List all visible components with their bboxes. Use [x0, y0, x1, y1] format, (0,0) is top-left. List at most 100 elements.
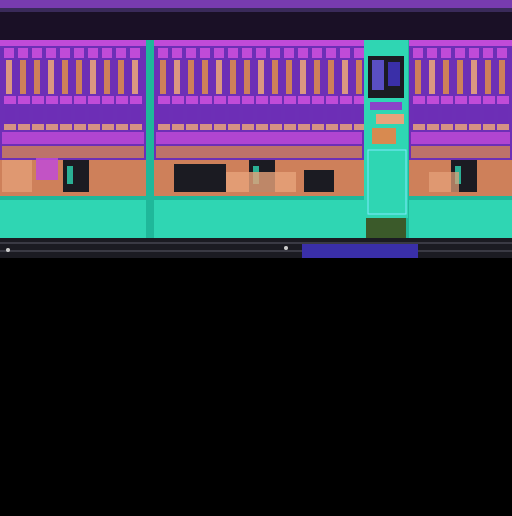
region-wire-orange	[411, 146, 510, 158]
cell-column	[62, 60, 68, 94]
cell-strap	[46, 124, 58, 130]
cell-mid	[74, 96, 86, 104]
cell-strap	[298, 124, 310, 130]
region-dark-cell-mark	[67, 166, 73, 184]
cell-strap	[130, 124, 142, 130]
cell-cap	[469, 48, 479, 58]
cell-strap	[242, 124, 254, 130]
region-block-d	[304, 170, 334, 192]
cell-column	[286, 60, 292, 94]
cell-column	[118, 60, 124, 94]
cell-lower	[89, 106, 99, 124]
cell-cap	[102, 48, 112, 58]
cell-column	[415, 60, 421, 94]
center-column-bar-b	[376, 114, 404, 124]
cell-cap	[46, 48, 56, 58]
cell-lower	[299, 106, 309, 124]
region-block-f	[429, 172, 459, 192]
region-wire-orange	[2, 146, 144, 158]
cell-column	[485, 60, 491, 94]
cell-column	[6, 60, 12, 94]
cell-strap	[32, 124, 44, 130]
cell-column	[342, 60, 348, 94]
cell-lower	[33, 106, 43, 124]
teal-band	[0, 196, 512, 238]
cell-lower	[257, 106, 267, 124]
cell-mid	[46, 96, 58, 104]
cell-column	[174, 60, 180, 94]
cell-cap	[483, 48, 493, 58]
cell-strap	[455, 124, 467, 130]
cell-cap	[200, 48, 210, 58]
cell-column	[457, 60, 463, 94]
cell-mid	[102, 96, 114, 104]
cell-strap	[326, 124, 338, 130]
cell-column	[356, 60, 362, 94]
cell-strap	[214, 124, 226, 130]
cell-cap	[270, 48, 280, 58]
cell-cap	[214, 48, 224, 58]
cell-column	[244, 60, 250, 94]
cell-lower	[271, 106, 281, 124]
cell-mid	[298, 96, 310, 104]
cell-strap	[200, 124, 212, 130]
region-wire	[2, 132, 144, 144]
cell-column	[499, 60, 505, 94]
cell-column	[443, 60, 449, 94]
region-block-e	[226, 172, 296, 192]
cell-mid	[228, 96, 240, 104]
cell-column	[34, 60, 40, 94]
cell-strap	[102, 124, 114, 130]
region-block-c	[174, 164, 226, 192]
cell-column	[272, 60, 278, 94]
cell-lower	[61, 106, 71, 124]
divider-left	[146, 40, 154, 238]
cell-lower	[470, 106, 480, 124]
cell-strap	[4, 124, 16, 130]
cell-lower	[484, 106, 494, 124]
cell-column	[300, 60, 306, 94]
cell-lower	[355, 106, 365, 124]
cell-column	[216, 60, 222, 94]
cell-cap	[172, 48, 182, 58]
cell-cap	[130, 48, 140, 58]
cell-lower	[19, 106, 29, 124]
cell-column	[258, 60, 264, 94]
cell-mid	[116, 96, 128, 104]
region-wire-orange	[156, 146, 362, 158]
cell-mid	[200, 96, 212, 104]
cell-strap	[116, 124, 128, 130]
region-dark-cell	[63, 160, 89, 192]
cell-strap	[284, 124, 296, 130]
cell-mid	[172, 96, 184, 104]
cell-lower	[103, 106, 113, 124]
cell-column	[104, 60, 110, 94]
cell-mid	[455, 96, 467, 104]
cell-column	[188, 60, 194, 94]
cell-column	[48, 60, 54, 94]
cell-mid	[158, 96, 170, 104]
blank-area	[0, 258, 512, 512]
circuit-blocks	[0, 40, 512, 196]
cell-cap	[116, 48, 126, 58]
top-band	[0, 0, 512, 8]
cell-mid	[284, 96, 296, 104]
cell-cap	[256, 48, 266, 58]
center-column-cell-a	[372, 60, 384, 90]
cell-lower	[187, 106, 197, 124]
cell-lower	[243, 106, 253, 124]
cell-mid	[4, 96, 16, 104]
cell-lower	[47, 106, 57, 124]
cell-strap	[88, 124, 100, 130]
cell-lower	[159, 106, 169, 124]
cell-mid	[18, 96, 30, 104]
cell-mid	[88, 96, 100, 104]
cell-strap	[469, 124, 481, 130]
cell-mid	[32, 96, 44, 104]
cell-lower	[313, 106, 323, 124]
cell-mid	[130, 96, 142, 104]
center-column-cell-b	[388, 62, 400, 86]
cell-column	[230, 60, 236, 94]
cell-cap	[441, 48, 451, 58]
cell-mid	[441, 96, 453, 104]
